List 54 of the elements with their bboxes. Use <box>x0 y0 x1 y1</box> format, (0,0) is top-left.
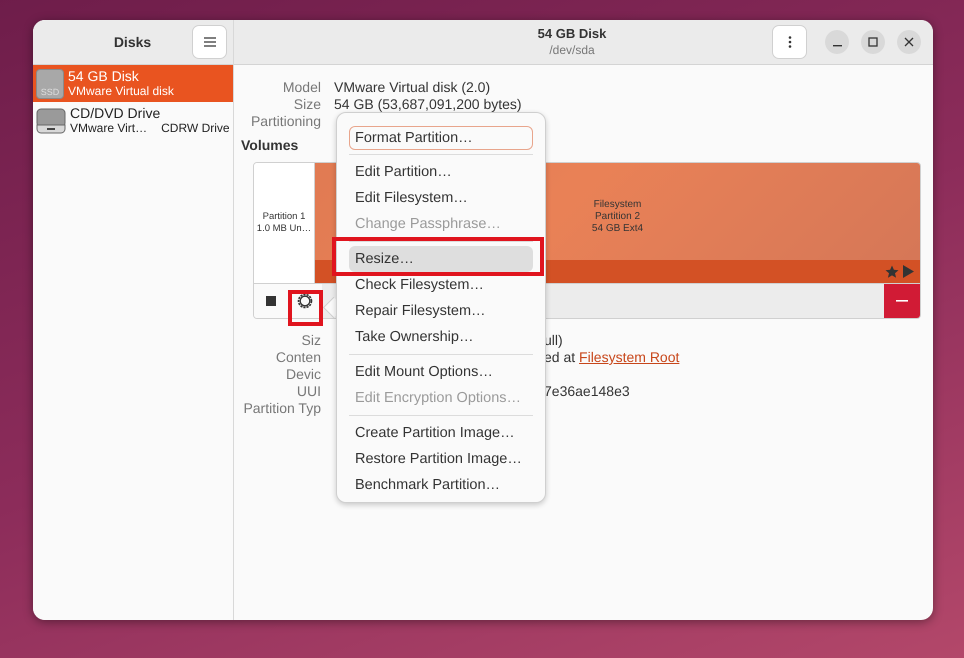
menu-item[interactable]: Restore Partition Image… <box>349 446 533 472</box>
minimize-icon <box>832 45 842 47</box>
window-subtitle: /dev/sda <box>549 42 595 58</box>
detail-label: Devic <box>284 366 321 383</box>
highlight-box <box>288 290 323 326</box>
filesystem-root-link[interactable]: Filesystem Root <box>579 349 680 365</box>
sidebar-title: Disks <box>112 34 152 50</box>
detail-label: UUI <box>296 383 321 400</box>
disk-model: VMware Virt… <box>70 120 148 136</box>
stop-icon <box>266 296 276 306</box>
menu-item[interactable]: Edit Filesystem… <box>349 185 533 211</box>
gear-icon <box>296 292 314 310</box>
partition-label: Partition 2 <box>594 210 640 222</box>
detail-label: Partition Typ <box>242 400 321 417</box>
menu-item[interactable]: Create Partition Image… <box>349 420 533 446</box>
minimize-button[interactable] <box>825 30 849 54</box>
menu-item[interactable]: Repair Filesystem… <box>349 298 533 324</box>
maximize-button[interactable] <box>861 30 885 54</box>
detail-value: 7e36ae148e3 <box>544 383 630 400</box>
star-icon <box>885 264 899 278</box>
menu-icon <box>204 37 216 47</box>
menu-item[interactable]: Format Partition… <box>349 126 533 150</box>
drive-type: CDRW Drive <box>161 120 230 136</box>
partition-label: 54 GB Ext4 <box>592 222 644 234</box>
optical-drive-icon <box>36 106 66 134</box>
detail-label: Model <box>282 79 321 96</box>
detail-label: Size <box>292 96 321 113</box>
detail-label: Conten <box>274 349 321 366</box>
partition-label: 1.0 MB Un… <box>256 223 312 235</box>
detail-value: VMware Virtual disk (2.0) <box>334 79 492 96</box>
menu-item[interactable]: Benchmark Partition… <box>349 472 533 498</box>
partition-label: Partition 1 <box>262 211 306 223</box>
disk-name: 54 GB Disk <box>68 68 140 84</box>
disk-list-item[interactable]: CD/DVD Drive VMware Virt… CDRW Drive <box>33 102 233 139</box>
close-icon <box>904 37 914 47</box>
partition-label: Filesystem <box>594 198 642 210</box>
disk-model: VMware Virtual disk <box>68 84 174 98</box>
unmount-button[interactable] <box>254 284 288 318</box>
section-title: Volumes <box>241 137 298 153</box>
minus-icon <box>896 300 908 302</box>
detail-value: 54 GB (53,687,091,200 bytes) <box>334 96 522 113</box>
menu-item[interactable]: Edit Mount Options… <box>349 359 533 385</box>
menu-item[interactable]: Resize… <box>349 246 533 272</box>
disk-name: CD/DVD Drive <box>70 106 162 120</box>
partition-block[interactable]: Partition 1 1.0 MB Un… <box>254 163 315 283</box>
maximize-icon <box>868 37 878 47</box>
play-icon <box>903 265 914 278</box>
detail-label: Siz <box>300 332 321 349</box>
close-button[interactable] <box>897 30 921 54</box>
more-icon <box>788 36 792 48</box>
menu-item[interactable]: Take Ownership… <box>349 324 533 350</box>
menu-button[interactable] <box>192 25 227 59</box>
window-title: 54 GB Disk <box>538 26 606 42</box>
detail-label: Partitioning <box>250 113 321 130</box>
